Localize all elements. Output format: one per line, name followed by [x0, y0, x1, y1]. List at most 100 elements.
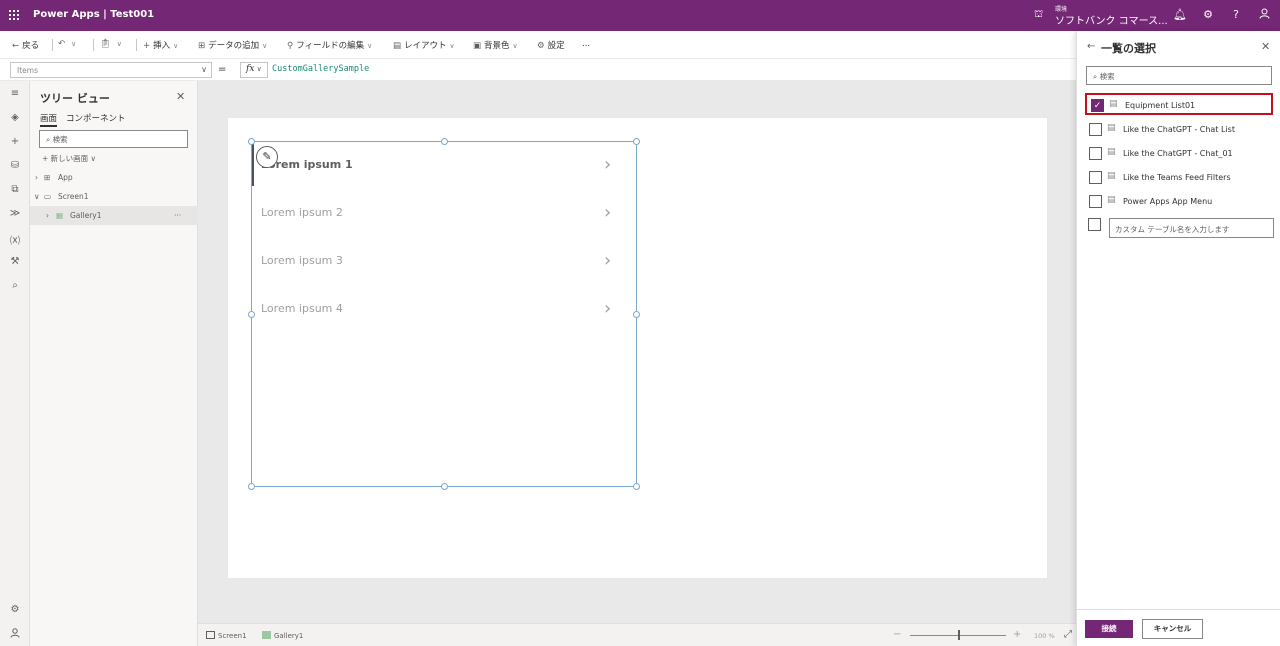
- breadcrumb-screen1[interactable]: Screen1: [206, 631, 247, 640]
- resize-handle[interactable]: [441, 138, 448, 145]
- list-option[interactable]: ▤ Power Apps App Menu: [1085, 191, 1273, 213]
- list-option-label: Power Apps App Menu: [1123, 197, 1213, 206]
- panel-title: 一覧の選択: [1101, 42, 1156, 55]
- tree-node-app[interactable]: › ⊞ App: [30, 168, 198, 187]
- gallery-item[interactable]: Lorem ipsum 1 ›: [252, 142, 636, 190]
- menu-icon[interactable]: ≡: [0, 88, 30, 99]
- tab-components[interactable]: コンポーネント: [66, 112, 126, 124]
- zoom-out-button[interactable]: −: [893, 629, 901, 640]
- tools-icon[interactable]: ⚒: [0, 256, 30, 267]
- new-screen-button[interactable]: + 新しい画面 ∨: [42, 153, 96, 164]
- undo-button[interactable]: ↶ ∨: [58, 39, 76, 49]
- plus-icon: +: [42, 154, 51, 163]
- app-launcher-icon[interactable]: [9, 10, 19, 20]
- checkbox-checked[interactable]: ✓: [1091, 99, 1104, 112]
- connect-button[interactable]: 接続: [1085, 620, 1133, 638]
- zoom-slider-thumb[interactable]: [958, 630, 960, 640]
- search-icon[interactable]: ⌕: [0, 280, 30, 291]
- gallery-icon: [262, 631, 271, 639]
- list-option[interactable]: ▤ Like the ChatGPT - Chat List: [1085, 119, 1273, 141]
- edit-gallery-pencil-icon[interactable]: ✎: [256, 146, 278, 168]
- select-list-panel: ← 一覧の選択 ✕ ⌕ 検索 ✓ ▤ Equipment List01 ▤ Li…: [1076, 31, 1280, 646]
- app-icon: ⊞: [44, 173, 51, 182]
- close-icon[interactable]: ✕: [1261, 40, 1270, 53]
- selected-indicator: [252, 142, 254, 186]
- add-data-button[interactable]: ⊞ データの追加 ∨: [198, 39, 267, 51]
- gallery-item-label: Lorem ipsum 3: [261, 254, 343, 267]
- tree-node-screen1[interactable]: ∨ ▭ Screen1: [30, 187, 198, 206]
- tree-node-gallery1[interactable]: › ▦ Gallery1 ···: [30, 206, 198, 225]
- list-option-equipment-list01[interactable]: ✓ ▤ Equipment List01: [1085, 93, 1273, 115]
- list-document-icon: ▤: [1107, 195, 1116, 205]
- chevron-right-icon[interactable]: ›: [604, 202, 611, 223]
- resize-handle[interactable]: [633, 311, 640, 318]
- panel-divider: [1077, 609, 1280, 610]
- more-button[interactable]: ...: [582, 39, 590, 49]
- fx-button[interactable]: fx ∨: [240, 62, 268, 78]
- checkbox[interactable]: [1089, 123, 1102, 136]
- screen-icon: ▭: [44, 192, 52, 201]
- chevron-right-icon[interactable]: ›: [604, 250, 611, 271]
- chevron-down-icon: ∨: [71, 40, 77, 48]
- environment-icon[interactable]: ⛫: [1034, 9, 1043, 22]
- zoom-in-button[interactable]: +: [1013, 629, 1021, 640]
- equals-sign: =: [218, 64, 227, 75]
- tree-search-input[interactable]: ⌕ 検索: [39, 130, 188, 148]
- settings-button[interactable]: ⚙ 設定: [537, 39, 565, 51]
- gallery-item[interactable]: Lorem ipsum 3 ›: [252, 238, 636, 286]
- settings-icon[interactable]: ⚙: [0, 604, 30, 615]
- search-icon: ⌕: [1093, 72, 1100, 81]
- gallery-item[interactable]: Lorem ipsum 4 ›: [252, 286, 636, 334]
- help-icon[interactable]: ?: [1229, 8, 1243, 21]
- insert-button[interactable]: + 挿入 ∨: [143, 39, 178, 51]
- edit-fields-button[interactable]: ⚲ フィールドの編集 ∨: [287, 39, 372, 51]
- resize-handle[interactable]: [441, 483, 448, 490]
- cancel-button[interactable]: キャンセル: [1142, 619, 1203, 639]
- back-button[interactable]: ← 戻る: [12, 39, 39, 51]
- environment-name[interactable]: ソフトバンク コマース...: [1055, 12, 1168, 27]
- bell-icon[interactable]: 🔔︎: [1173, 8, 1187, 21]
- account-icon[interactable]: [0, 628, 30, 641]
- formula-input[interactable]: CustomGallerySample: [272, 64, 369, 74]
- resize-handle[interactable]: [248, 138, 255, 145]
- list-document-icon: ▤: [1109, 99, 1118, 109]
- resize-handle[interactable]: [248, 311, 255, 318]
- variables-icon[interactable]: ⒳: [0, 232, 30, 247]
- media-icon[interactable]: ⧉: [0, 184, 30, 195]
- layout-button[interactable]: ▤ レイアウト ∨: [393, 39, 455, 51]
- arrow-left-icon[interactable]: ←: [1087, 41, 1095, 52]
- gallery-item[interactable]: Lorem ipsum 2 ›: [252, 190, 636, 238]
- checkbox[interactable]: [1089, 147, 1102, 160]
- gear-icon[interactable]: ⚙: [1201, 8, 1215, 21]
- data-icon[interactable]: ⛁: [0, 160, 30, 171]
- chevron-right-icon[interactable]: ›: [604, 298, 611, 319]
- more-icon[interactable]: ···: [174, 211, 181, 220]
- breadcrumb-gallery1[interactable]: Gallery1: [262, 631, 303, 640]
- property-select[interactable]: Items ∨: [10, 62, 212, 78]
- checkbox[interactable]: [1089, 171, 1102, 184]
- custom-table-name-input[interactable]: カスタム テーブル名を入力します: [1109, 218, 1274, 238]
- chevron-right-icon: ›: [35, 173, 38, 182]
- plus-icon: +: [143, 41, 151, 51]
- chevron-down-icon: ∨: [201, 65, 207, 74]
- resize-handle[interactable]: [633, 138, 640, 145]
- layers-icon[interactable]: ◈: [0, 112, 30, 123]
- gallery1[interactable]: Lorem ipsum 1 › Lorem ipsum 2 › Lorem ip…: [251, 141, 637, 487]
- list-search-input[interactable]: ⌕ 検索: [1086, 66, 1272, 85]
- plus-icon[interactable]: +: [0, 136, 30, 147]
- paste-button[interactable]: 📋︎ ∨: [100, 39, 122, 49]
- list-option[interactable]: ▤ Like the Teams Feed Filters: [1085, 167, 1273, 189]
- background-color-button[interactable]: ▣ 背景色 ∨: [473, 39, 518, 51]
- image-icon: ▣: [473, 41, 482, 51]
- checkbox[interactable]: [1089, 195, 1102, 208]
- fit-to-window-icon[interactable]: ⤢: [1064, 629, 1072, 640]
- list-option[interactable]: ▤ Like the ChatGPT - Chat_01: [1085, 143, 1273, 165]
- user-icon[interactable]: [1257, 8, 1271, 22]
- chevron-right-icon[interactable]: ›: [604, 154, 611, 175]
- tab-screens[interactable]: 画面: [40, 112, 58, 127]
- close-icon[interactable]: ✕: [176, 90, 185, 103]
- power-automate-icon[interactable]: ≫: [0, 208, 30, 219]
- resize-handle[interactable]: [633, 483, 640, 490]
- resize-handle[interactable]: [248, 483, 255, 490]
- custom-table-checkbox[interactable]: [1088, 218, 1101, 231]
